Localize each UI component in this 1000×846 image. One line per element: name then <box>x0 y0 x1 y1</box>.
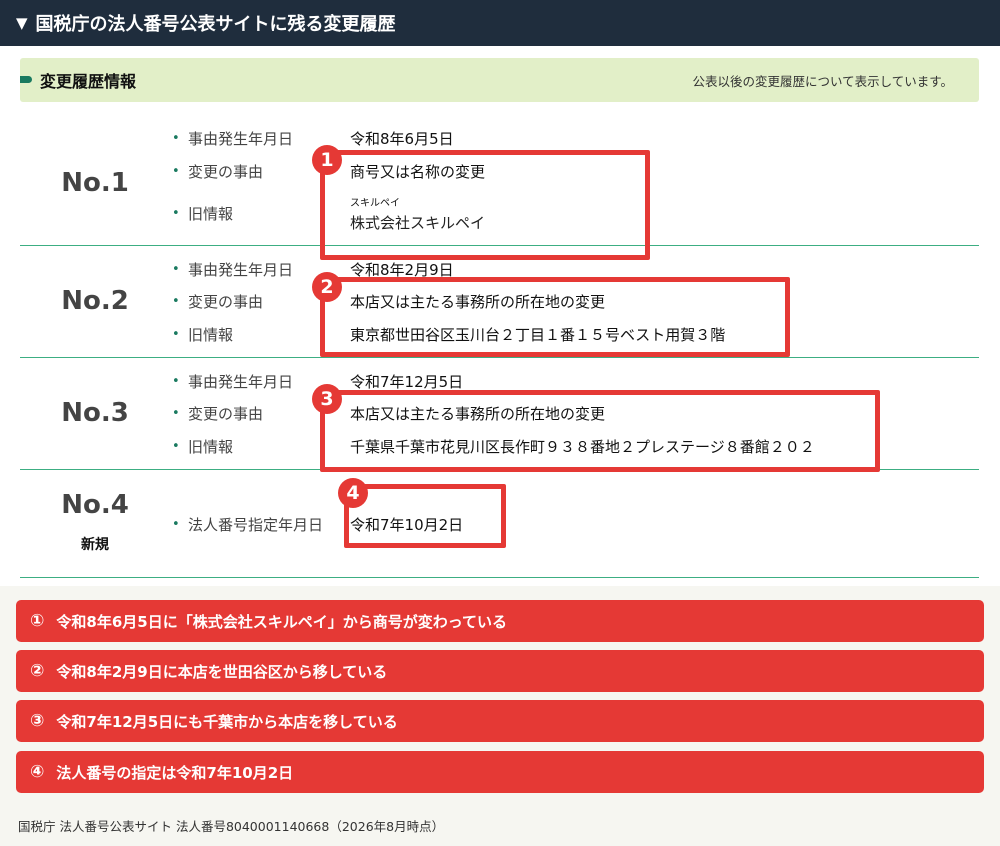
bullet-icon: • <box>172 373 180 389</box>
bullet-icon: • <box>172 405 180 421</box>
section-title: 変更履歴情報 <box>40 72 137 91</box>
bullet-icon: • <box>172 293 180 309</box>
row-label: 法人番号指定年月日 <box>188 515 324 534</box>
annotation-number: ③ <box>30 711 45 731</box>
page-title: 国税庁の法人番号公表サイトに残る変更履歴 <box>35 14 396 35</box>
record-row: • 事由発生年月日 令和8年6月5日 <box>172 127 972 149</box>
row-value: 令和7年12月5日 <box>350 372 464 391</box>
page-header: ▼ 国税庁の法人番号公表サイトに残る変更履歴 <box>0 0 1000 46</box>
annotation-item: ① 令和8年6月5日に「株式会社スキルペイ」から商号が変わっている <box>16 600 984 642</box>
record-number: No.2 <box>61 286 129 316</box>
source-caption: 国税庁 法人番号公表サイト 法人番号8040001140668（2026年8月時… <box>18 819 445 834</box>
badge-3: 3 <box>312 384 342 414</box>
record-row: • 法人番号指定年月日 令和7年10月2日 <box>172 513 972 535</box>
bullet-icon: • <box>172 516 180 532</box>
highlight-box-4 <box>344 484 506 548</box>
annotation-number: ① <box>30 611 45 631</box>
annotation-text: 令和7年12月5日にも千葉市から本店を移している <box>56 712 398 731</box>
annotation-number: ② <box>30 661 45 681</box>
triangle-down-icon: ▼ <box>16 14 28 32</box>
bullet-icon: • <box>172 130 180 146</box>
section-marker-icon <box>20 76 32 83</box>
annotation-text: 令和8年6月5日に「株式会社スキルペイ」から商号が変わっている <box>56 612 507 631</box>
bullet-icon: • <box>172 205 180 221</box>
highlight-box-1 <box>320 150 650 260</box>
record-number: No.1 <box>61 168 129 198</box>
badge-1: 1 <box>312 145 342 175</box>
row-value: 令和8年6月5日 <box>350 129 454 148</box>
badge-4: 4 <box>338 478 368 508</box>
annotation-item: ② 令和8年2月9日に本店を世田谷区から移している <box>16 650 984 692</box>
record-number: No.3 <box>61 398 129 428</box>
annotation-item: ③ 令和7年12月5日にも千葉市から本店を移している <box>16 700 984 742</box>
highlight-box-2 <box>320 277 790 357</box>
section-note: 公表以後の変更履歴について表示しています。 <box>692 73 953 89</box>
bullet-icon: • <box>172 438 180 454</box>
annotation-number: ④ <box>30 762 45 782</box>
record-number: No.4 <box>61 490 129 520</box>
bullet-icon: • <box>172 163 180 179</box>
annotation-text: 令和8年2月9日に本店を世田谷区から移している <box>56 662 388 681</box>
highlight-box-3 <box>320 390 880 472</box>
annotation-text: 法人番号の指定は令和7年10月2日 <box>56 763 294 782</box>
section-header: 変更履歴情報 公表以後の変更履歴について表示しています。 <box>20 58 979 102</box>
new-label: 新規 <box>81 537 109 553</box>
bullet-icon: • <box>172 326 180 342</box>
record-row: • 事由発生年月日 令和7年12月5日 <box>172 370 972 392</box>
annotation-item: ④ 法人番号の指定は令和7年10月2日 <box>16 751 984 793</box>
bullet-icon: • <box>172 261 180 277</box>
badge-2: 2 <box>312 272 342 302</box>
